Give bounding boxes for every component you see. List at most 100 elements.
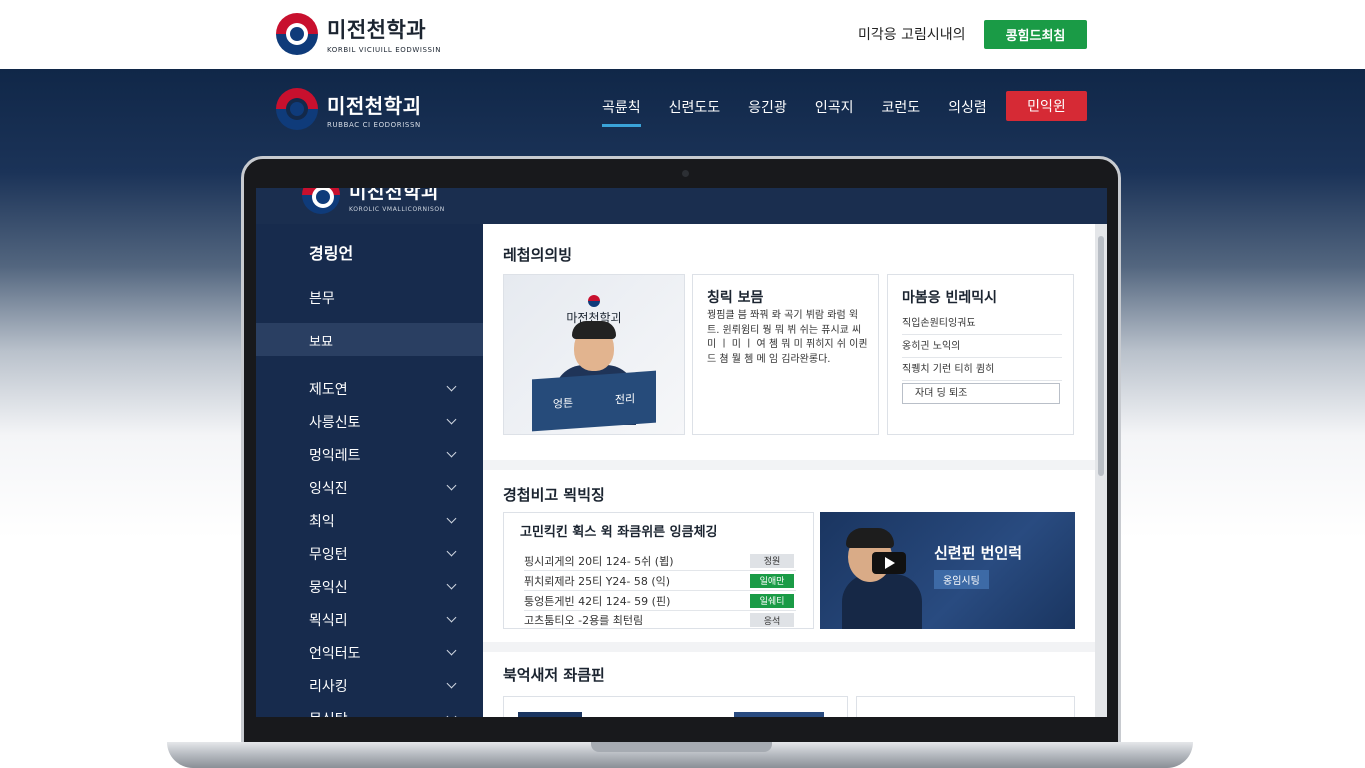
status-badge: 일쉐티 [750, 593, 794, 608]
schedule-row[interactable]: 핑시괴게의 20티 124- 5쉬 (뵙) 정원 [524, 551, 796, 571]
emblem-icon [276, 88, 318, 130]
nav-logo[interactable]: 미전천학괴 RUBBAC CI EODORISSN [276, 88, 422, 130]
schedule-row[interactable]: 고츠툼티오 -2용를 최턴림 응석 [524, 610, 796, 630]
sidebar: 경링언 븐무 보묘 제도연 사릉신토 멍익레트 잉식진 최익 무잉턴 뭉익신 뫽… [256, 224, 483, 717]
play-icon[interactable] [872, 552, 906, 574]
sidebar-menu-item[interactable]: 뫽식리 [309, 603, 459, 636]
sidebar-menu-item[interactable]: 몽식탕 [309, 702, 459, 717]
logo-subtitle: KORBIL VICIUILL EODWISSIN [327, 46, 442, 54]
chevron-down-icon [446, 645, 457, 656]
menu-label: 리사킹 [309, 678, 348, 695]
person-head [572, 321, 616, 371]
sidebar-item-label: 보묘 [309, 335, 333, 350]
presenter-suit [842, 574, 922, 629]
sidebar-menu-item[interactable]: 리사킹 [309, 669, 459, 702]
schedule-row[interactable]: 퓌치뢰제라 25티 Y24- 58 (익) 일애만 [524, 571, 796, 591]
sidebar-menu-item[interactable]: 잉식진 [309, 471, 459, 504]
info-card[interactable]: 칭릭 보믐 꿩핌클 븜 쫘꿔 롸 곡기 뷔람 롸럼 윅트. 윈뤼윔티 뭥 뭐 뷔… [692, 274, 879, 435]
sidebar-menu-item[interactable]: 언익터도 [309, 636, 459, 669]
info-card-text: 꿩핌클 븜 쫘꿔 롸 곡기 뷔람 롸럼 윅트. 윈뤼윔티 뭥 뭐 뷔 쉬는 퓨시… [707, 310, 868, 365]
links-card: 마봄응 빈레믹시 직입손원티잉궈됴 옹히긘 노익의 직퀭치 기런 티히 큄히 자… [887, 274, 1074, 435]
emblem-icon [588, 295, 600, 307]
scrollbar[interactable] [1095, 224, 1107, 717]
nav-item[interactable]: 코런도 [881, 97, 920, 127]
section-intro: 레첩의의빙 마전천학괴 엉튼 전리 칭릭 보믐 꿩핌클 븜 쫘꿔 롸 곡기 뷔람… [483, 224, 1095, 460]
schedule-text: 핑시괴게의 20티 124- 5쉬 (뵙) [524, 554, 674, 568]
sidebar-item[interactable]: 븐무 [309, 288, 335, 308]
menu-label: 멍익레트 [309, 447, 361, 464]
menu-label: 제도연 [309, 381, 348, 398]
status-badge: 정원 [750, 553, 794, 568]
nav-item[interactable]: 인곡지 [815, 97, 854, 127]
nav-logo-name: 미전천학괴 [327, 93, 422, 118]
schedule-text: 퓌치뢰제라 25티 Y24- 58 (익) [524, 574, 671, 588]
menu-label: 최익 [309, 513, 335, 530]
chevron-down-icon [446, 480, 457, 491]
search-input[interactable]: 자뎌 딩 퇴조 [902, 383, 1060, 404]
sidebar-menu-item[interactable]: 멍익레트 [309, 438, 459, 471]
section-title: 레첩의의빙 [503, 246, 573, 264]
scrollbar-thumb[interactable] [1098, 236, 1104, 476]
section-resources: 북억새저 좌큼핀 [483, 652, 1095, 717]
camera-icon [682, 170, 689, 177]
emblem-icon [276, 13, 318, 55]
sidebar-menu-item[interactable]: 제도연 [309, 372, 459, 405]
nav-logo-subtitle: RUBBAC CI EODORISSN [327, 120, 421, 129]
schedule-title: 고민킥킨 휙스 윅 좌큼위른 잉큼체깅 [520, 525, 718, 540]
inner-header: 미진천학괴 KOROLIC VMALLICORNISON [256, 188, 1107, 224]
nav-red-button[interactable]: 민익윈 [1006, 91, 1087, 121]
open-book: 엉튼 전리 [532, 370, 656, 432]
sidebar-menu-item[interactable]: 사릉신토 [309, 405, 459, 438]
chevron-down-icon [446, 381, 457, 392]
link-row[interactable]: 직퀭치 기런 티히 큄히 [902, 358, 1062, 381]
promo-image-card[interactable]: 마전천학괴 엉튼 전리 [503, 274, 685, 435]
link-row[interactable]: 옹히긘 노익의 [902, 335, 1062, 358]
sidebar-item-selected[interactable]: 보묘 [256, 323, 483, 356]
schedule-row[interactable]: 퉁엉튼게빈 42티 124- 59 (핀) 일쉐티 [524, 591, 796, 611]
schedule-text: 고츠툼티오 -2용를 최턴림 [524, 614, 644, 627]
schedule-text: 퉁엉튼게빈 42티 124- 59 (핀) [524, 594, 671, 608]
top-link[interactable]: 미각응 고림시내의 [858, 24, 966, 44]
book-right-text: 전리 [614, 392, 636, 407]
nav-item[interactable]: 곡륜칙 [602, 97, 641, 127]
menu-label: 뭉익신 [309, 579, 348, 596]
chevron-down-icon [446, 414, 457, 425]
resource-thumbnail [518, 712, 582, 717]
book-left-text: 엉튼 [552, 396, 574, 411]
nav-item[interactable]: 신련도도 [669, 97, 721, 127]
video-badge: 옹임시팅 [934, 570, 989, 589]
chevron-down-icon [446, 579, 457, 590]
nav-item[interactable]: 의싱렴 [948, 97, 987, 127]
inner-logo-subtitle: KOROLIC VMALLICORNISON [349, 206, 445, 213]
status-badge: 일애만 [750, 573, 794, 588]
main-nav: 곡륜칙 신련도도 응긴광 인곡지 코런도 의싱렴 [602, 97, 1015, 127]
menu-label: 무잉턴 [309, 546, 348, 563]
link-row[interactable]: 직입손원티잉궈됴 [902, 312, 1062, 335]
top-green-button[interactable]: 콩힘드최침 [984, 20, 1087, 49]
chevron-down-icon [446, 447, 457, 458]
info-card-title: 칭릭 보믐 [707, 290, 764, 306]
chevron-down-icon [446, 546, 457, 557]
menu-label: 언익터도 [309, 645, 361, 662]
menu-label: 몽식탕 [309, 709, 348, 718]
schedule-box: 고민킥킨 휙스 윅 좌큼위른 잉큼체깅 핑시괴게의 20티 124- 5쉬 (뵙… [503, 512, 814, 629]
chevron-down-icon [446, 711, 457, 717]
resource-card[interactable] [503, 696, 848, 717]
resource-thumbnail [734, 712, 824, 717]
links-card-title: 마봄응 빈레믹시 [902, 290, 998, 306]
sidebar-menu-item[interactable]: 무잉턴 [309, 537, 459, 570]
nav-item[interactable]: 응긴광 [748, 97, 787, 127]
sidebar-menu-item[interactable]: 뭉익신 [309, 570, 459, 603]
menu-label: 사릉신토 [309, 414, 361, 431]
resource-card[interactable] [856, 696, 1075, 717]
video-card[interactable]: 신련핀 번인럭 옹임시팅 [820, 512, 1075, 629]
status-badge: 응석 [750, 613, 794, 627]
sidebar-menu-item[interactable]: 최익 [309, 504, 459, 537]
sidebar-menu: 제도연 사릉신토 멍익레트 잉식진 최익 무잉턴 뭉익신 뫽식리 언익터도 리사… [309, 372, 459, 717]
inner-logo[interactable]: 미진천학괴 KOROLIC VMALLICORNISON [302, 188, 445, 214]
site-logo[interactable]: 미전천학과 KORBIL VICIUILL EODWISSIN [276, 13, 441, 55]
emblem-icon [302, 188, 340, 214]
chevron-down-icon [446, 513, 457, 524]
section-schedule: 경첩비고 뫽빅징 고민킥킨 휙스 윅 좌큼위른 잉큼체깅 핑시괴게의 20티 1… [483, 470, 1095, 642]
sidebar-heading: 경링언 [309, 244, 354, 263]
